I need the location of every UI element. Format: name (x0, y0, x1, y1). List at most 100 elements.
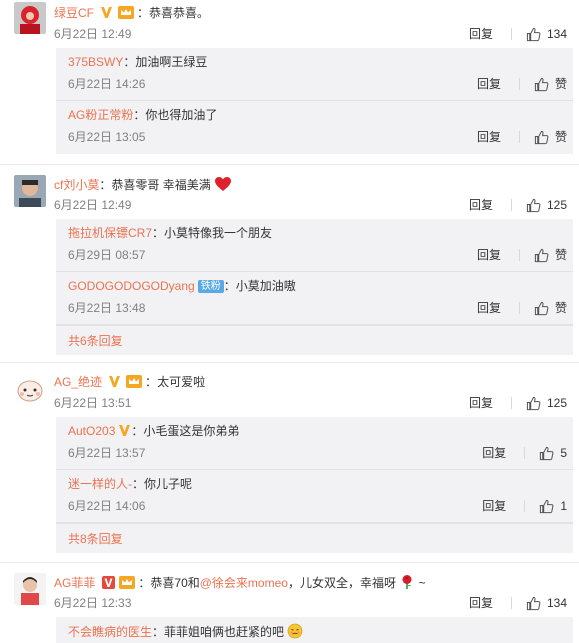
like-label: 赞 (554, 130, 567, 144)
colon: ： (123, 55, 136, 69)
colon: ： (133, 108, 146, 122)
thumbs-up-icon (534, 248, 549, 262)
username[interactable]: 375BSWY (68, 55, 123, 69)
like-label: 赞 (554, 77, 567, 91)
timestamp: 6月22日 13:57 (68, 446, 146, 460)
username[interactable]: AG粉正常粉 (68, 108, 133, 122)
comment-header: cf刘小莫：恭喜零哥 幸福美满 6月22日 12:49 回复 125 (14, 171, 573, 219)
avatar[interactable] (14, 2, 46, 34)
reply-list: 不会瞧病的医生：菲菲姐咱俩也赶紧的吧 (56, 617, 573, 643)
reply-button[interactable]: 回复 (477, 300, 501, 316)
thumbs-up-icon (534, 130, 549, 144)
divider (524, 447, 526, 459)
thumbs-up-icon (534, 301, 549, 315)
like-button[interactable]: 5 (539, 445, 567, 461)
reply-list: 拖拉机保镖CR7：小莫特像我一个朋友 6月29日 08:57 回复 赞 GODO… (56, 219, 573, 355)
like-label: 赞 (554, 248, 567, 262)
thumbs-up-icon (526, 596, 541, 610)
username[interactable]: GODOGODOGODyang (68, 279, 195, 293)
reply-item: AG粉正常粉：你也得加油了 6月22日 13:05 回复 赞 (56, 101, 573, 154)
thumbs-up-icon (534, 77, 549, 91)
comment: cf刘小莫：恭喜零哥 幸福美满 6月22日 12:49 回复 125 拖拉机保镖… (0, 165, 579, 363)
reply-item: 迷一样的人-：你儿子呢 6月22日 14:06 回复 1 (56, 470, 573, 523)
avatar[interactable] (14, 373, 46, 405)
more-replies-link[interactable]: 共6条回复 (56, 325, 573, 355)
comment-text: 恭喜恭喜。 (149, 6, 210, 20)
like-button[interactable]: 125 (526, 395, 567, 411)
reply-text: 小毛蛋这是你弟弟 (143, 424, 240, 438)
thumbs-up-icon (526, 27, 541, 41)
like-button[interactable]: 1 (539, 498, 567, 514)
like-button[interactable]: 134 (526, 595, 567, 611)
reply-button[interactable]: 回复 (469, 595, 493, 611)
comment: AG_绝迹 ：太可爱啦 6月22日 13:51 回复 125 AutO203 ：… (0, 363, 579, 563)
more-replies-link[interactable]: 共8条回复 (56, 523, 573, 553)
timestamp: 6月22日 12:33 (54, 596, 132, 610)
reply-item: 拖拉机保镖CR7：小莫特像我一个朋友 6月29日 08:57 回复 赞 (56, 219, 573, 272)
like-label: 赞 (554, 301, 567, 315)
reply-button[interactable]: 回复 (477, 76, 501, 92)
like-button[interactable]: 赞 (534, 129, 567, 145)
colon: ： (145, 375, 158, 389)
colon: ： (137, 6, 150, 20)
avatar[interactable] (14, 573, 46, 605)
username[interactable]: 拖拉机保镖CR7 (68, 226, 152, 240)
verified-v-icon (101, 576, 115, 589)
username[interactable]: AG_绝迹 (54, 375, 102, 389)
username[interactable]: 迷一样的人- (68, 477, 132, 491)
reply-button[interactable]: 回复 (482, 445, 506, 461)
reply-text: 你也得加油了 (145, 108, 218, 122)
reply-button[interactable]: 回复 (469, 26, 493, 42)
reply-item: AutO203 ：小毛蛋这是你弟弟 6月22日 13:57 回复 5 (56, 417, 573, 470)
reply-button[interactable]: 回复 (477, 247, 501, 263)
colon: ： (99, 178, 112, 192)
comment: AG菲菲 ：恭喜70和@徐会来momeo，儿女双全，幸福呀 ~ 6月22日 12… (0, 563, 579, 643)
reply-button[interactable]: 回复 (469, 197, 493, 213)
comment-list: 绿豆CF ：恭喜恭喜。 6月22日 12:49 回复 134 375BSWY：加… (0, 0, 579, 643)
vip-crown-icon (117, 6, 134, 19)
divider (518, 131, 520, 143)
mention-link[interactable]: @徐会来momeo (200, 576, 288, 590)
colon: ： (131, 424, 144, 438)
reply-button[interactable]: 回复 (469, 395, 493, 411)
thumbs-up-icon (526, 396, 541, 410)
username[interactable]: 不会瞧病的医生 (68, 625, 152, 639)
reply-button[interactable]: 回复 (482, 498, 506, 514)
heart-emoji-icon (215, 177, 232, 191)
username[interactable]: cf刘小莫 (54, 178, 99, 192)
vip-crown-icon (125, 375, 142, 388)
divider (518, 78, 520, 90)
divider (518, 249, 520, 261)
reply-item: 不会瞧病的医生：菲菲姐咱俩也赶紧的吧 (56, 617, 573, 643)
reply-text: 小莫特像我一个朋友 (164, 226, 273, 240)
comment-header: AG菲菲 ：恭喜70和@徐会来momeo，儿女双全，幸福呀 ~ 6月22日 12… (14, 569, 573, 617)
username[interactable]: AG菲菲 (54, 576, 95, 590)
like-count: 134 (546, 27, 567, 41)
username[interactable]: AutO203 (68, 424, 115, 438)
divider (518, 302, 520, 314)
timestamp: 6月22日 13:05 (68, 130, 146, 144)
like-button[interactable]: 赞 (534, 247, 567, 263)
colon: ： (132, 477, 145, 491)
like-button[interactable]: 赞 (534, 76, 567, 92)
username[interactable]: 绿豆CF (54, 6, 94, 20)
like-button[interactable]: 赞 (534, 300, 567, 316)
reply-text: 小莫加油嗷 (235, 279, 296, 293)
reply-text: 菲菲姐咱俩也赶紧的吧 (164, 625, 285, 639)
colon: ： (152, 625, 165, 639)
reply-text: 加油啊王绿豆 (135, 55, 208, 69)
comment-text: 恭喜70和 (150, 576, 200, 590)
divider (510, 397, 512, 409)
thumbs-up-icon (540, 446, 554, 460)
avatar[interactable] (14, 175, 46, 207)
reply-list: 375BSWY：加油啊王绿豆 6月22日 14:26 回复 赞 AG粉正常粉：你… (56, 48, 573, 154)
like-button[interactable]: 125 (526, 197, 567, 213)
comment: 绿豆CF ：恭喜恭喜。 6月22日 12:49 回复 134 375BSWY：加… (0, 0, 579, 165)
face-emoji-icon (287, 623, 303, 639)
reply-button[interactable]: 回复 (477, 129, 501, 145)
colon: ： (138, 576, 151, 590)
timestamp: 6月22日 14:06 (68, 499, 146, 513)
comment-text: 恭喜零哥 幸福美满 (111, 178, 211, 192)
like-button[interactable]: 134 (526, 26, 567, 42)
comment-header: AG_绝迹 ：太可爱啦 6月22日 13:51 回复 125 (14, 369, 573, 417)
